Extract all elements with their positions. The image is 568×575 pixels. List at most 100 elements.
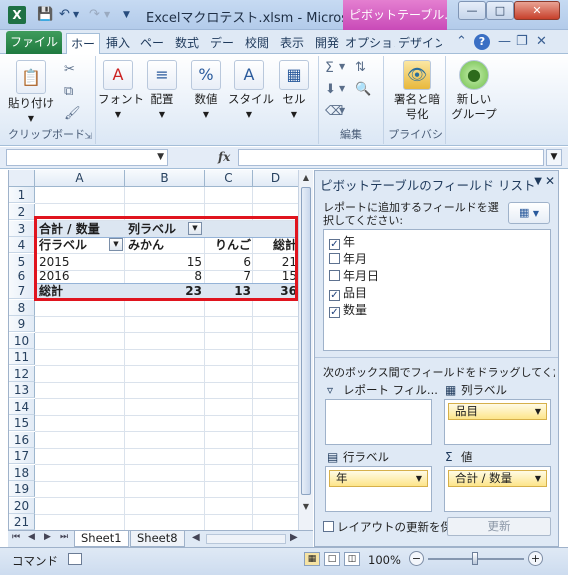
sheet-tab[interactable]: Sheet1	[74, 531, 129, 547]
scroll-up-icon[interactable]: ▲	[300, 171, 312, 185]
tab-file[interactable]: ファイル	[6, 31, 62, 54]
column-header-d[interactable]: D	[253, 170, 299, 187]
row-header[interactable]: 15	[9, 415, 35, 431]
row-field-item[interactable]: 年 ▼	[329, 470, 428, 487]
tab-view[interactable]: 表示	[276, 33, 308, 54]
area-item-dropdown-icon[interactable]: ▼	[535, 404, 541, 419]
alignment-button[interactable]: ≡ 配置 ▼	[142, 56, 182, 122]
tab-review[interactable]: 校閲	[241, 33, 273, 54]
sheet-tab[interactable]: Sheet8	[130, 531, 185, 547]
field-item[interactable]: 年月	[329, 251, 367, 267]
clear-dropdown-icon[interactable]: ▼	[339, 106, 345, 115]
row-header[interactable]: 10	[9, 333, 35, 349]
column-header-a[interactable]: A	[35, 170, 125, 187]
cells-button[interactable]: ▦ セル ▼	[274, 56, 314, 122]
font-button[interactable]: A フォント ▼	[98, 56, 144, 122]
minimize-ribbon-icon[interactable]: ⌃	[456, 34, 467, 50]
row-header[interactable]: 17	[9, 448, 35, 464]
tab-page-layout[interactable]: ペー	[136, 33, 168, 54]
excel-logo-icon[interactable]: X	[8, 6, 26, 24]
row-header[interactable]: 16	[9, 432, 35, 448]
tab-home[interactable]: ホー	[66, 33, 100, 54]
column-header-c[interactable]: C	[205, 170, 253, 187]
row-header[interactable]: 19	[9, 481, 35, 497]
workbook-close-icon[interactable]: ✕	[536, 34, 547, 50]
defer-layout-update[interactable]: レイアウトの更新を保...	[323, 519, 463, 535]
paste-dropdown-icon[interactable]: ▼	[6, 111, 56, 126]
horizontal-scrollbar[interactable]	[206, 534, 286, 544]
workbook-minimize-icon[interactable]: —	[498, 34, 511, 50]
checkbox-icon[interactable]	[329, 253, 340, 264]
column-header-b[interactable]: B	[125, 170, 205, 187]
normal-view-icon[interactable]: ▦	[304, 552, 320, 566]
scroll-thumb[interactable]	[301, 187, 311, 495]
page-layout-view-icon[interactable]: □	[324, 552, 340, 566]
row-labels-area[interactable]: 年 ▼	[325, 466, 432, 512]
undo-icon[interactable]: ↶	[59, 6, 70, 24]
row-header[interactable]: 8	[9, 300, 35, 316]
field-item[interactable]: ✓ 年	[329, 234, 355, 250]
format-painter-icon[interactable]: 🖌	[64, 106, 81, 121]
undo-dropdown-icon[interactable]: ▼	[73, 6, 79, 24]
row-header[interactable]: 4	[9, 237, 35, 253]
close-button[interactable]: ✕	[514, 1, 560, 20]
area-item-dropdown-icon[interactable]: ▼	[535, 471, 541, 486]
pane-splitter[interactable]	[315, 357, 558, 361]
select-all-corner[interactable]	[9, 170, 35, 187]
zoom-level[interactable]: 100%	[368, 553, 401, 567]
checkbox-checked-icon[interactable]: ✓	[329, 239, 340, 250]
name-box-dropdown-icon[interactable]: ▼	[157, 150, 164, 165]
clipboard-launcher-icon[interactable]: ⇲	[84, 132, 92, 142]
redo-dropdown-icon[interactable]: ▼	[104, 6, 110, 24]
row-header[interactable]: 18	[9, 465, 35, 481]
row-header[interactable]: 1	[9, 187, 35, 203]
save-icon[interactable]: 💾	[37, 6, 53, 24]
first-sheet-icon[interactable]: ⏮	[12, 532, 20, 542]
scroll-right-icon[interactable]: ▶	[290, 532, 298, 543]
paste-button[interactable]: 📋 貼り付け ▼	[6, 56, 56, 126]
field-item[interactable]: 年月日	[329, 268, 379, 284]
tab-data[interactable]: デー	[206, 33, 238, 54]
zoom-slider-thumb[interactable]	[472, 552, 478, 565]
fill-icon[interactable]: ⬇	[325, 82, 336, 97]
value-field-item[interactable]: 合計 / 数量 ▼	[448, 470, 547, 487]
row-header[interactable]: 2	[9, 204, 35, 220]
last-sheet-icon[interactable]: ⏭	[60, 532, 68, 542]
row-header[interactable]: 11	[9, 349, 35, 365]
pane-close-icon[interactable]: ✕	[545, 174, 555, 188]
autosum-icon[interactable]: Σ	[325, 60, 334, 76]
cut-icon[interactable]: ✂	[64, 62, 75, 77]
scroll-down-icon[interactable]: ▼	[300, 500, 312, 514]
fill-dropdown-icon[interactable]: ▼	[339, 84, 345, 93]
row-header[interactable]: 7	[9, 283, 35, 299]
column-field-item[interactable]: 品目 ▼	[448, 403, 547, 420]
row-header[interactable]: 6	[9, 268, 35, 284]
checkbox-checked-icon[interactable]: ✓	[329, 290, 340, 301]
row-header[interactable]: 13	[9, 382, 35, 398]
tab-insert[interactable]: 挿入	[103, 33, 133, 54]
pane-options-dropdown-icon[interactable]: ▼	[534, 176, 542, 187]
sign-encrypt-button[interactable]: 👁 署名と暗 号化	[390, 56, 444, 122]
new-group-button[interactable]: ● 新しい グループ	[448, 56, 500, 122]
tab-options[interactable]: オプション	[345, 33, 395, 54]
checkbox-icon[interactable]	[323, 521, 334, 532]
zoom-out-icon[interactable]: −	[409, 551, 424, 566]
row-header[interactable]: 21	[9, 514, 35, 530]
tab-formulas[interactable]: 数式	[171, 33, 203, 54]
expand-formula-bar-icon[interactable]: ▼	[546, 149, 562, 166]
row-header[interactable]: 3	[9, 221, 35, 237]
row-header[interactable]: 9	[9, 316, 35, 332]
field-item[interactable]: ✓ 品目	[329, 285, 367, 301]
styles-button[interactable]: A スタイル ▼	[228, 56, 274, 122]
row-header[interactable]: 12	[9, 366, 35, 382]
prev-sheet-icon[interactable]: ◀	[28, 532, 35, 542]
row-header[interactable]: 14	[9, 399, 35, 415]
update-button[interactable]: 更新	[447, 517, 551, 536]
zoom-in-icon[interactable]: +	[528, 551, 543, 566]
tab-design[interactable]: デザイン	[398, 33, 442, 54]
report-filter-area[interactable]	[325, 399, 432, 445]
maximize-button[interactable]: □	[486, 1, 514, 20]
workbook-restore-icon[interactable]: ❐	[516, 34, 528, 50]
redo-icon[interactable]: ↷	[89, 6, 100, 24]
autosum-dropdown-icon[interactable]: ▼	[339, 62, 345, 71]
